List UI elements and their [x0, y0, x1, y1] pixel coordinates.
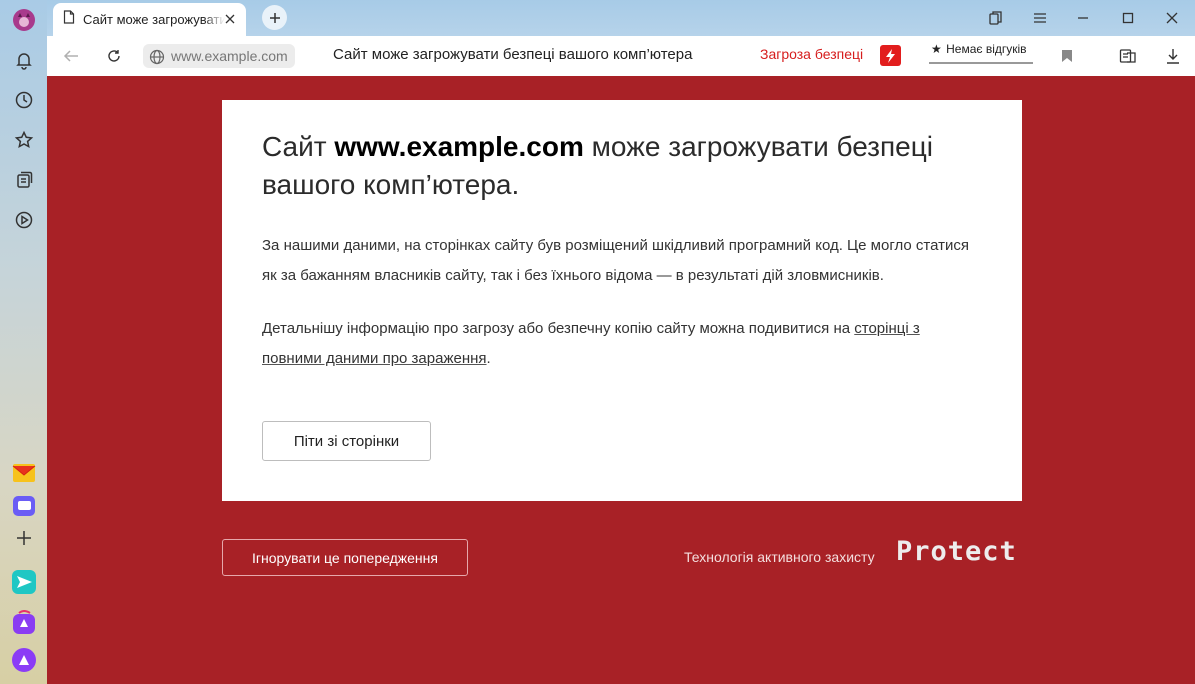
messenger-icon[interactable]: [8, 490, 39, 521]
menu-hamburger-icon[interactable]: [1028, 6, 1052, 30]
page-file-icon: [63, 10, 75, 29]
site-reviews[interactable]: ★ Немає відгуків: [929, 42, 1033, 64]
add-panel-plus-icon[interactable]: [8, 522, 39, 553]
warning-paragraph-2: Детальнішу інформацію про загрозу або бе…: [262, 314, 982, 374]
tab-title: Сайт може загрожувати безпеці вашого ком…: [83, 12, 225, 27]
downloads-icon[interactable]: [1161, 44, 1185, 68]
protect-logo: Protect: [896, 536, 1017, 567]
send-app-icon[interactable]: [8, 566, 39, 597]
title-bar: Сайт може загрожувати безпеці вашого ком…: [47, 0, 1195, 36]
heading-prefix: Сайт: [262, 131, 335, 162]
alice-assistant-icon[interactable]: [8, 644, 39, 675]
warning-card: Сайт www.example.com може загрожувати бе…: [222, 100, 1022, 501]
history-clock-icon[interactable]: [8, 84, 39, 115]
protect-warning-icon[interactable]: [880, 45, 901, 66]
ignore-warning-button[interactable]: Ігнорувати це попередження: [222, 539, 468, 576]
reviews-star-icon: ★: [931, 42, 942, 56]
heading-domain: www.example.com: [334, 131, 584, 162]
notifications-bell-icon[interactable]: [8, 44, 39, 75]
media-play-icon[interactable]: [8, 204, 39, 235]
paragraph-2-text: Детальнішу інформацію про загрозу або бе…: [262, 320, 855, 337]
maximize-icon[interactable]: [1116, 6, 1140, 30]
technology-label: Технологія активного захисту: [684, 549, 875, 565]
paragraph-2-end: .: [486, 350, 491, 367]
address-bar: www.example.com Сайт може загрожувати бе…: [47, 36, 1195, 76]
url-domain-text: www.example.com: [171, 48, 288, 64]
tab-close-icon[interactable]: [222, 11, 238, 27]
url-field[interactable]: www.example.com: [143, 44, 295, 68]
mail-icon[interactable]: [8, 457, 39, 488]
globe-icon: [149, 48, 165, 72]
reader-mode-icon[interactable]: [1116, 44, 1140, 68]
address-page-title: Сайт може загрожувати безпеці вашого ком…: [333, 46, 693, 63]
profile-avatar[interactable]: [8, 4, 39, 35]
tab-active[interactable]: Сайт може загрожувати безпеці вашого ком…: [53, 3, 246, 36]
security-threat-label[interactable]: Загроза безпеці: [760, 46, 863, 62]
tab-manager-icon[interactable]: [984, 6, 1008, 30]
new-tab-button[interactable]: [262, 5, 287, 30]
minimize-icon[interactable]: [1071, 6, 1095, 30]
reviews-label: Немає відгуків: [946, 42, 1027, 56]
bookmarks-star-icon[interactable]: [8, 124, 39, 155]
leave-page-button[interactable]: Піти зі сторінки: [262, 421, 431, 461]
shop-bag-icon[interactable]: [8, 607, 39, 638]
collections-icon[interactable]: [8, 164, 39, 195]
reload-icon[interactable]: [102, 44, 126, 68]
warning-heading: Сайт www.example.com може загрожувати бе…: [262, 128, 982, 204]
back-arrow-icon[interactable]: [59, 44, 83, 68]
warning-paragraph-1: За нашими даними, на сторінках сайту був…: [262, 237, 969, 284]
close-window-icon[interactable]: [1160, 6, 1184, 30]
bookmark-icon[interactable]: [1055, 44, 1079, 68]
browser-sidebar: [0, 0, 47, 684]
